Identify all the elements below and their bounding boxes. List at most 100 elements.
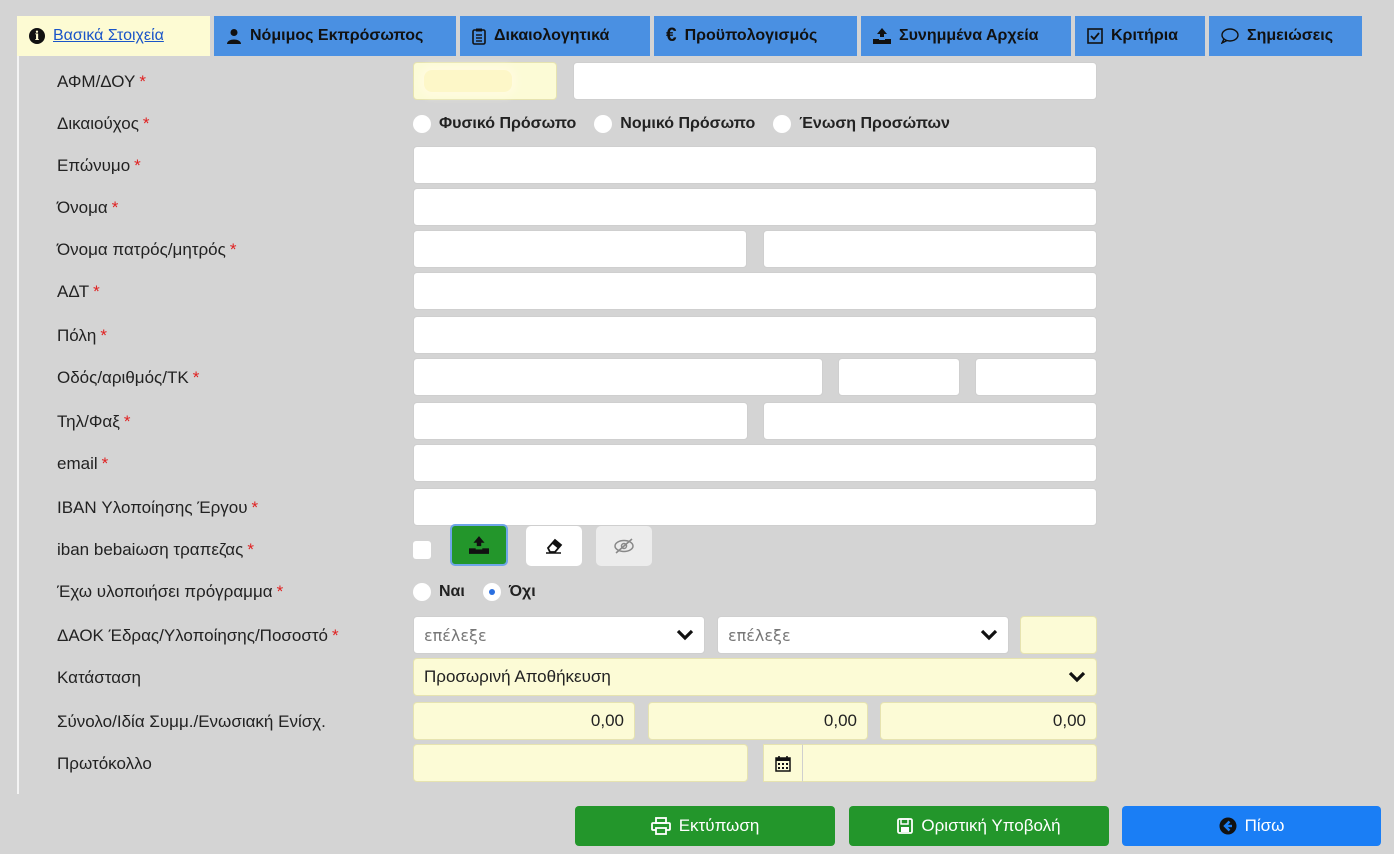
clear-file-button[interactable] xyxy=(526,526,582,566)
percentage-input[interactable] xyxy=(1020,616,1097,654)
chevron-down-icon xyxy=(980,629,998,641)
radio-natural-person[interactable]: Φυσικό Πρόσωπο xyxy=(413,115,576,133)
tab-basic-info[interactable]: i Βασικά Στοιχεία xyxy=(17,16,210,56)
tab-label: Προϋπολογισμός xyxy=(684,27,818,44)
tab-label: Νόμιμος Εκπρόσωπος xyxy=(250,27,424,44)
row-iban-certificate: iban bebaiωση τραπεζας * xyxy=(17,524,1394,570)
name-label: Όνομα * xyxy=(57,198,119,217)
postcode-input[interactable] xyxy=(975,358,1097,396)
eraser-icon xyxy=(546,538,563,554)
daok-seat-select[interactable]: επέλεξε xyxy=(413,616,705,654)
mother-name-input[interactable] xyxy=(763,230,1097,268)
print-button-label: Εκτύπωση xyxy=(678,816,760,835)
save-icon xyxy=(897,818,914,834)
daok-implementation-select[interactable]: επέλεξε xyxy=(717,616,1009,654)
protocol-number-input[interactable] xyxy=(413,744,748,782)
calendar-icon xyxy=(775,755,791,772)
phone-input[interactable] xyxy=(413,402,748,440)
tab-label: Σημειώσεις xyxy=(1247,27,1334,44)
adt-input[interactable] xyxy=(413,272,1097,310)
iban-input[interactable] xyxy=(413,488,1097,526)
tab-criteria[interactable]: Κριτήρια xyxy=(1075,16,1205,56)
name-input[interactable] xyxy=(413,188,1097,226)
radio-circle[interactable] xyxy=(594,115,613,133)
radio-legal-person[interactable]: Νομικό Πρόσωπο xyxy=(594,115,755,133)
submit-button-label: Οριστική Υποβολή xyxy=(921,816,1061,835)
print-button[interactable]: Εκτύπωση xyxy=(575,806,835,846)
row-daok: ΔΑΟΚ Έδρας/Υλοποίησης/Ποσοστό * επέλεξε ε… xyxy=(17,616,1394,656)
status-select[interactable]: Προσωρινή Αποθήκευση xyxy=(413,658,1097,696)
protocol-date-input[interactable] xyxy=(803,744,1097,782)
email-label: email * xyxy=(57,454,109,473)
row-city: Πόλη * xyxy=(17,316,1394,356)
tab-label: Κριτήρια xyxy=(1111,27,1178,44)
tab-label: Βασικά Στοιχεία xyxy=(53,27,164,44)
eye-slash-icon xyxy=(614,538,634,554)
checkbox-icon xyxy=(1087,28,1103,44)
radio-no[interactable]: Όχι xyxy=(482,583,536,601)
row-email: email * xyxy=(17,444,1394,484)
tab-notes[interactable]: Σημειώσεις xyxy=(1209,16,1362,56)
email-input[interactable] xyxy=(413,444,1097,482)
final-submit-button[interactable]: Οριστική Υποβολή xyxy=(849,806,1109,846)
adt-label: ΑΔΤ * xyxy=(57,282,100,301)
tab-label: Συνημμένα Αρχεία xyxy=(899,27,1039,44)
print-icon xyxy=(650,817,671,835)
fax-input[interactable] xyxy=(763,402,1097,440)
implemented-label: Έχω υλοποιήσει πρόγραμμα * xyxy=(57,582,284,601)
row-iban: IBAN Υλοποίησης Έργου * xyxy=(17,488,1394,528)
surname-input[interactable] xyxy=(413,146,1097,184)
back-button-label: Πίσω xyxy=(1244,816,1285,835)
iban-label: IBAN Υλοποίησης Έργου * xyxy=(57,498,259,517)
tab-attachments[interactable]: Συνημμένα Αρχεία xyxy=(861,16,1071,56)
tab-bar: i Βασικά Στοιχεία Νόμιμος Εκπρόσωπος Δικ… xyxy=(17,16,1362,56)
afm-label: ΑΦΜ/ΔΟΥ * xyxy=(57,72,146,91)
chevron-down-icon xyxy=(676,629,694,641)
arrow-left-circle-icon xyxy=(1219,817,1237,835)
daok-label: ΔΑΟΚ Έδρας/Υλοποίησης/Ποσοστό * xyxy=(57,626,339,645)
radio-circle[interactable] xyxy=(773,115,792,133)
radio-circle[interactable] xyxy=(413,583,431,601)
totals-label: Σύνολο/Ιδία Συμμ./Ενωσιακή Ενίσχ. xyxy=(57,712,326,731)
parent-name-label: Όνομα πατρός/μητρός * xyxy=(57,240,237,259)
clipboard-icon xyxy=(472,28,486,45)
number-input[interactable] xyxy=(838,358,960,396)
iban-certificate-checkbox[interactable] xyxy=(413,541,431,559)
row-afm: ΑΦΜ/ΔΟΥ * xyxy=(17,62,1394,102)
info-circle-icon: i xyxy=(29,28,45,44)
father-name-input[interactable] xyxy=(413,230,747,268)
row-beneficiary: Δικαιούχος * Φυσικό Πρόσωπο Νομικό Πρόσωπ… xyxy=(17,104,1394,144)
radio-union-persons[interactable]: Ένωση Προσώπων xyxy=(773,115,950,133)
calendar-button[interactable] xyxy=(763,744,803,782)
row-address: Οδός/αριθμός/ΤΚ * xyxy=(17,358,1394,398)
row-totals: Σύνολο/Ιδία Συμμ./Ενωσιακή Ενίσχ. 0,00 0… xyxy=(17,702,1394,742)
status-label: Κατάσταση xyxy=(57,668,142,687)
row-adt: ΑΔΤ * xyxy=(17,272,1394,312)
protocol-label: Πρωτόκολλο xyxy=(57,754,152,773)
upload-file-button[interactable] xyxy=(450,524,508,566)
radio-yes[interactable]: Ναι xyxy=(413,583,465,601)
eu-aid-input[interactable]: 0,00 xyxy=(880,702,1097,740)
redacted-value xyxy=(424,70,512,92)
tab-documents[interactable]: Δικαιολογητικά xyxy=(460,16,650,56)
radio-circle[interactable] xyxy=(413,115,431,133)
afm-input[interactable] xyxy=(413,62,557,100)
tab-label: Δικαιολογητικά xyxy=(494,27,610,44)
tab-legal-representative[interactable]: Νόμιμος Εκπρόσωπος xyxy=(214,16,456,56)
own-contribution-input[interactable]: 0,00 xyxy=(648,702,868,740)
doy-input[interactable] xyxy=(573,62,1097,100)
row-phone-fax: Τηλ/Φαξ * xyxy=(17,402,1394,442)
implemented-radio-group: Ναι Όχι xyxy=(413,572,554,612)
city-input[interactable] xyxy=(413,316,1097,354)
street-input[interactable] xyxy=(413,358,823,396)
total-amount-input[interactable]: 0,00 xyxy=(413,702,635,740)
euro-icon: € xyxy=(666,25,677,46)
radio-circle-checked[interactable] xyxy=(482,583,501,601)
chevron-down-icon xyxy=(1068,671,1086,683)
tab-budget[interactable]: € Προϋπολογισμός xyxy=(654,16,857,56)
row-implemented-program: Έχω υλοποιήσει πρόγραμμα * Ναι Όχι xyxy=(17,572,1394,612)
view-file-button[interactable] xyxy=(596,526,652,566)
row-parent-name: Όνομα πατρός/μητρός * xyxy=(17,230,1394,270)
back-button[interactable]: Πίσω xyxy=(1122,806,1381,846)
iban-certificate-label: iban bebaiωση τραπεζας * xyxy=(57,540,254,559)
